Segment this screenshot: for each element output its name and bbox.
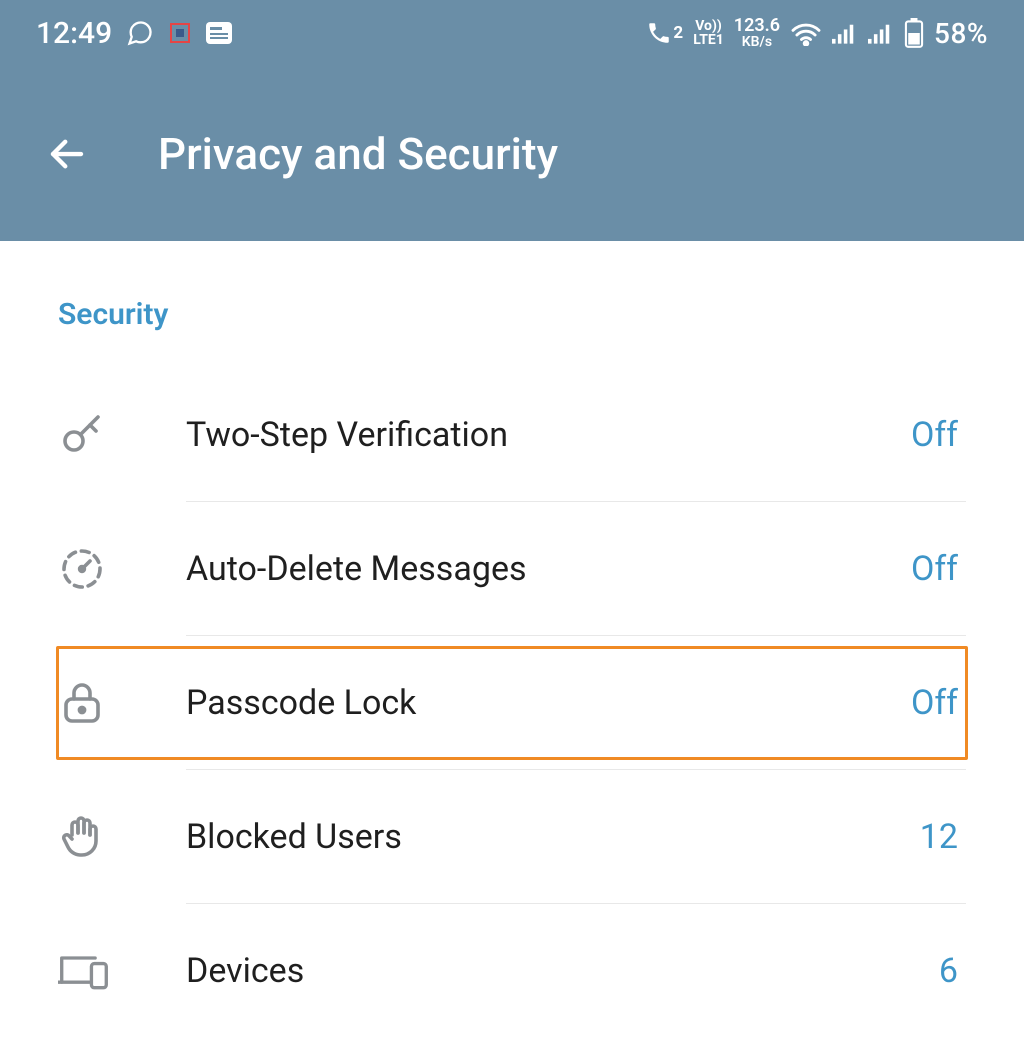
item-label: Passcode Lock <box>186 683 911 723</box>
status-bar: 12:49 2 V <box>0 0 1024 66</box>
wifi-calling-icon: 2 <box>646 20 683 46</box>
app-header: Privacy and Security <box>0 66 1024 241</box>
lock-icon <box>58 679 186 727</box>
hand-icon <box>58 813 186 861</box>
item-devices[interactable]: Devices 6 <box>58 904 966 1038</box>
news-icon <box>206 22 232 44</box>
devices-icon <box>58 947 186 995</box>
item-passcode-lock[interactable]: Passcode Lock Off <box>58 636 966 770</box>
item-two-step-verification[interactable]: Two-Step Verification Off <box>58 368 966 502</box>
volte-icon: Vo)) LTE1 <box>693 19 724 47</box>
whatsapp-icon <box>126 19 154 47</box>
signal-icon-1 <box>832 22 858 44</box>
section-header-security: Security <box>58 297 966 332</box>
item-value: Off <box>911 549 966 589</box>
wifi-icon <box>790 20 822 46</box>
item-value: 6 <box>939 951 966 991</box>
item-blocked-users[interactable]: Blocked Users 12 <box>58 770 966 904</box>
item-label: Two-Step Verification <box>186 415 911 455</box>
key-icon <box>58 411 186 459</box>
item-label: Blocked Users <box>186 817 920 857</box>
item-value: Off <box>911 683 966 723</box>
screen-record-icon <box>168 21 192 45</box>
back-button[interactable] <box>46 133 88 175</box>
page-title: Privacy and Security <box>158 128 558 180</box>
network-speed-indicator: 123.6 KB/s <box>734 17 780 49</box>
item-label: Devices <box>186 951 939 991</box>
item-value: 12 <box>920 817 966 857</box>
signal-icon-2 <box>868 22 894 44</box>
item-value: Off <box>911 415 966 455</box>
battery-icon <box>904 18 924 48</box>
item-label: Auto-Delete Messages <box>186 549 911 589</box>
timer-icon <box>58 545 186 593</box>
status-time: 12:49 <box>36 16 112 51</box>
item-auto-delete-messages[interactable]: Auto-Delete Messages Off <box>58 502 966 636</box>
battery-percent: 58% <box>934 17 988 50</box>
